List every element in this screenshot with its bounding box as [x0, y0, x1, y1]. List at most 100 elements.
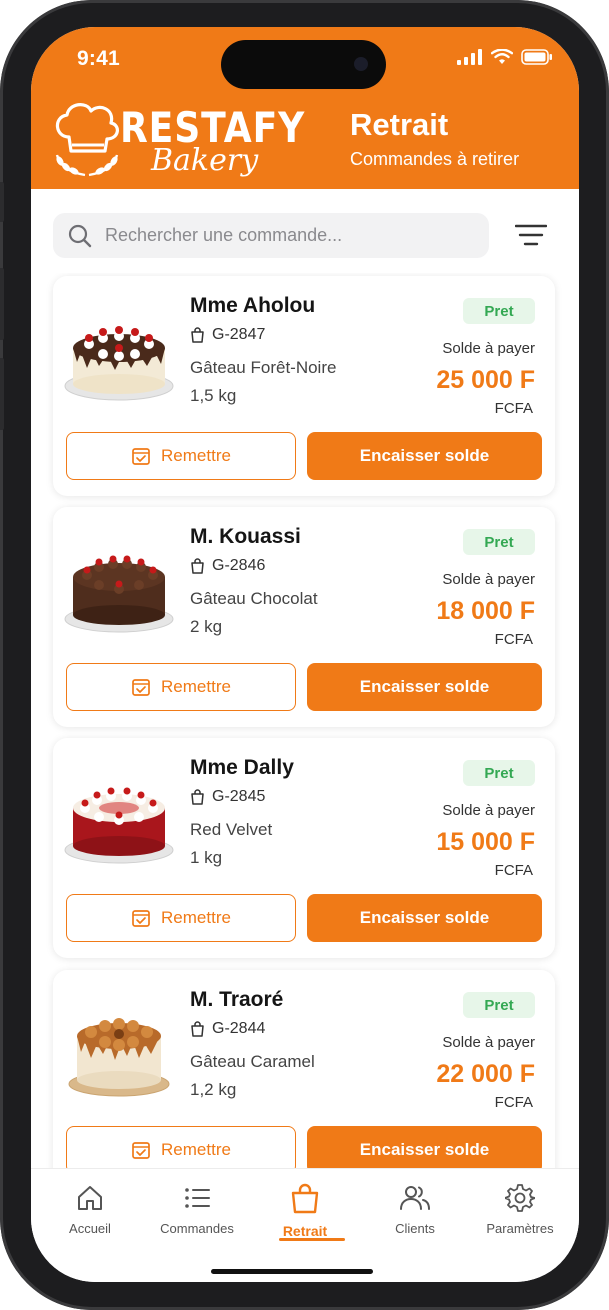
order-number: G-2844: [212, 1020, 266, 1037]
handover-button[interactable]: Remettre: [66, 432, 296, 480]
product-name: Gâteau Chocolat: [190, 589, 318, 608]
check-calendar-icon: [132, 679, 150, 696]
order-number: G-2846: [212, 557, 266, 574]
handover-label: Remettre: [161, 908, 231, 927]
caramel-cake-image: [68, 1018, 170, 1097]
bottom-tab-bar: Accueil Commandes Retrait Clients Paramè…: [31, 1168, 579, 1282]
currency-label: FCFA: [494, 631, 533, 648]
search-input[interactable]: [105, 213, 475, 258]
balance-amount: 15 000 F: [436, 828, 535, 856]
chocolate-cake-image: [64, 555, 174, 633]
black-forest-cake-image: [64, 326, 174, 401]
customer-name: Mme Dally: [190, 756, 294, 779]
handover-label: Remettre: [161, 677, 231, 696]
home-icon: [78, 1186, 102, 1210]
camera-dot: [354, 57, 368, 71]
order-card[interactable]: M. Kouassi G-2846 Gâteau Chocolat 2 kg P…: [53, 507, 555, 727]
product-name: Gâteau Caramel: [190, 1052, 315, 1071]
customer-name: Mme Aholou: [190, 294, 316, 317]
gear-icon: [505, 1184, 535, 1212]
product-name: Gâteau Forêt-Noire: [190, 358, 337, 377]
handover-label: Remettre: [161, 446, 231, 465]
product-weight: 1,2 kg: [190, 1080, 237, 1099]
customer-name: M. Traoré: [190, 988, 284, 1011]
list-icon: [185, 1188, 210, 1208]
balance-label: Solde à payer: [442, 571, 535, 588]
tab-label: Commandes: [160, 1221, 234, 1236]
filter-icon[interactable]: [515, 223, 547, 247]
status-badge: Pret: [463, 760, 535, 786]
order-ref: G-2847: [190, 326, 265, 344]
search-bar[interactable]: [53, 213, 489, 258]
handover-button[interactable]: Remettre: [66, 894, 296, 942]
order-ref: G-2845: [190, 788, 265, 806]
battery-icon: [521, 49, 552, 65]
tab-label: Paramètres: [486, 1221, 554, 1236]
order-number: G-2847: [212, 326, 266, 343]
order-card[interactable]: Mme Dally G-2845 Red Velvet 1 kg Pret So…: [53, 738, 555, 958]
volume-down-button: [0, 358, 4, 430]
status-badge: Pret: [463, 298, 535, 324]
users-icon: [400, 1186, 430, 1210]
product-name: Red Velvet: [190, 820, 273, 839]
order-number: G-2845: [212, 788, 266, 805]
tab-label: Clients: [395, 1221, 435, 1236]
mute-switch: [0, 182, 4, 222]
signal-icon: [457, 49, 482, 65]
active-tab-indicator: [279, 1238, 345, 1241]
status-badge: Pret: [463, 529, 535, 555]
tab-label: Retrait: [282, 1223, 328, 1239]
order-ref: G-2846: [190, 557, 265, 575]
order-ref: G-2844: [190, 1020, 265, 1038]
balance-amount: 18 000 F: [436, 597, 535, 625]
product-weight: 1,5 kg: [190, 386, 237, 405]
tab-parametres[interactable]: Paramètres: [470, 1183, 570, 1247]
collect-balance-button[interactable]: Encaisser solde: [307, 894, 542, 942]
bag-icon: [191, 789, 204, 805]
tab-commandes[interactable]: Commandes: [147, 1183, 247, 1247]
product-weight: 1 kg: [190, 848, 223, 867]
tab-label: Accueil: [69, 1221, 111, 1236]
volume-up-button: [0, 268, 4, 340]
order-card[interactable]: M. Traoré G-2844 Gâteau Caramel 1,2 kg P…: [53, 970, 555, 1169]
tab-accueil[interactable]: Accueil: [40, 1183, 140, 1247]
currency-label: FCFA: [494, 1094, 533, 1111]
red-velvet-cake-image: [64, 787, 174, 864]
handover-label: Remettre: [161, 1140, 231, 1159]
brand-logo: RESTAFY Bakery: [47, 99, 304, 181]
status-time: 9:41: [77, 47, 120, 70]
screen: 9:41 RESTAFY Bakery Retrait Commandes à …: [31, 27, 579, 1282]
wifi-icon: [491, 49, 513, 64]
collect-balance-button[interactable]: Encaisser solde: [307, 663, 542, 711]
home-indicator: [211, 1269, 373, 1274]
handover-button[interactable]: Remettre: [66, 663, 296, 711]
bag-icon: [191, 1021, 204, 1037]
bag-icon: [191, 327, 204, 343]
currency-label: FCFA: [494, 862, 533, 879]
page-title: Retrait: [350, 107, 449, 142]
chef-hat-icon: [55, 103, 119, 177]
brand-subtitle: Bakery: [151, 143, 259, 178]
tab-clients[interactable]: Clients: [365, 1183, 465, 1247]
collect-balance-button[interactable]: Encaisser solde: [307, 432, 542, 480]
handover-button[interactable]: Remettre: [66, 1126, 296, 1169]
page-subtitle: Commandes à retirer: [350, 149, 520, 169]
shopping-bag-icon: [291, 1183, 319, 1214]
dynamic-island: [221, 40, 386, 89]
phone-frame: 9:41 RESTAFY Bakery Retrait Commandes à …: [0, 0, 609, 1310]
bag-icon: [191, 558, 204, 574]
collect-balance-button[interactable]: Encaisser solde: [307, 1126, 542, 1169]
product-weight: 2 kg: [190, 617, 223, 636]
status-icons: [457, 49, 553, 65]
pickup-order-list[interactable]: Mme Aholou G-2847 Gâteau Forêt-Noire 1,5…: [31, 273, 579, 1169]
status-badge: Pret: [463, 992, 535, 1018]
balance-label: Solde à payer: [442, 802, 535, 819]
order-card[interactable]: Mme Aholou G-2847 Gâteau Forêt-Noire 1,5…: [53, 276, 555, 496]
balance-label: Solde à payer: [442, 340, 535, 357]
currency-label: FCFA: [494, 400, 533, 417]
balance-amount: 25 000 F: [436, 366, 535, 394]
check-calendar-icon: [132, 910, 150, 927]
balance-label: Solde à payer: [442, 1034, 535, 1051]
app-header: 9:41 RESTAFY Bakery Retrait Commandes à …: [31, 27, 579, 189]
check-calendar-icon: [132, 1142, 150, 1159]
